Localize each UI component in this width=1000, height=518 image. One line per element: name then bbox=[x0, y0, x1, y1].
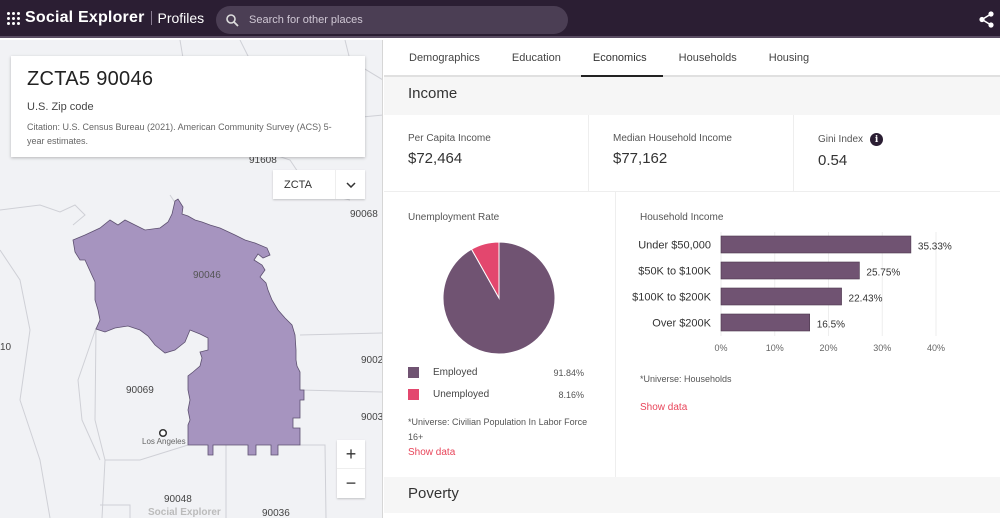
bar-value-label: 25.75% bbox=[866, 268, 900, 279]
stat-label-row: Gini Index i bbox=[818, 133, 976, 146]
bar-value-label: 16.5% bbox=[817, 320, 845, 331]
tab-economics[interactable]: Economics bbox=[577, 40, 663, 77]
household-income-panel: Household Income 0% 10% 20% 30% 40% Under $50… bbox=[616, 192, 1000, 477]
stat-value: 0.54 bbox=[818, 152, 848, 169]
bar[interactable] bbox=[720, 313, 810, 332]
place-info-card: ZCTA5 90046 U.S. Zip code Citation: U.S.… bbox=[11, 56, 365, 157]
search-box[interactable] bbox=[216, 6, 568, 34]
bar[interactable] bbox=[720, 261, 860, 280]
share-icon[interactable] bbox=[979, 11, 994, 28]
tab-demographics[interactable]: Demographics bbox=[393, 40, 496, 75]
tab-households[interactable]: Households bbox=[663, 40, 753, 75]
stat-label: Gini Index bbox=[818, 134, 864, 145]
zoom-control: + − bbox=[337, 440, 365, 498]
legend-value: 91.84% bbox=[553, 367, 584, 378]
citation: Citation: U.S. Census Bureau (2021). Ame… bbox=[27, 122, 332, 146]
map-label: 10 bbox=[0, 342, 12, 353]
search-icon bbox=[226, 13, 239, 27]
section-heading-income: Income bbox=[408, 85, 458, 102]
zoom-in-button[interactable]: + bbox=[337, 440, 365, 469]
x-tick-label: 0% bbox=[714, 343, 727, 353]
bar-value-label: 35.33% bbox=[918, 242, 952, 253]
map-label: 90046 bbox=[193, 270, 221, 281]
show-data-link[interactable]: Show data bbox=[640, 402, 687, 413]
map-label: 9003 bbox=[361, 412, 383, 423]
category-label: $50K to $100K bbox=[638, 266, 711, 278]
logo-dots-icon bbox=[7, 11, 20, 25]
legend-value: 8.16% bbox=[558, 389, 584, 400]
geography-select[interactable]: ZCTA bbox=[273, 170, 365, 199]
place-type: U.S. Zip code bbox=[27, 101, 94, 113]
map-watermark: Social Explorer bbox=[148, 507, 221, 518]
top-bar: Social Explorer Profiles bbox=[0, 0, 1000, 38]
legend-label: Employed bbox=[433, 367, 478, 378]
bar[interactable] bbox=[720, 287, 842, 306]
bar[interactable] bbox=[720, 235, 912, 254]
category-tabs: Demographics Education Economics Househo… bbox=[384, 40, 1000, 77]
city-marker-icon bbox=[158, 428, 168, 438]
zcta-90046-boundary[interactable] bbox=[72, 198, 305, 456]
legend-swatch bbox=[408, 367, 419, 378]
legend-item-employed: Employed 91.84% bbox=[408, 367, 584, 378]
stat-value: $72,464 bbox=[408, 150, 463, 167]
income-stats: Per Capita Income $72,464 Median Househo… bbox=[384, 115, 1000, 192]
place-title: ZCTA5 90046 bbox=[27, 68, 154, 90]
brand-logo[interactable]: Social Explorer Profiles bbox=[7, 9, 204, 27]
universe-note: *Universe: Civilian Population In Labor … bbox=[408, 417, 588, 442]
legend-item-unemployed: Unemployed 8.16% bbox=[408, 389, 584, 400]
universe-note: *Universe: Households bbox=[640, 374, 732, 384]
map-label: 90036 bbox=[262, 508, 290, 518]
map-label: 9002 bbox=[361, 355, 383, 366]
bar-chart: 0% 10% 20% 30% 40% Under $50,000 35.33% $50K to… bbox=[632, 232, 952, 353]
stat-gini-index: Gini Index i 0.54 bbox=[794, 115, 1000, 191]
x-tick-label: 30% bbox=[873, 343, 891, 353]
show-data-link[interactable]: Show data bbox=[408, 447, 455, 458]
x-tick-label: 10% bbox=[766, 343, 784, 353]
poverty-content bbox=[384, 513, 1000, 518]
info-icon[interactable]: i bbox=[870, 133, 884, 146]
pie-chart bbox=[442, 241, 556, 355]
chart-title: Household Income bbox=[640, 212, 724, 223]
x-tick-label: 40% bbox=[927, 343, 945, 353]
tab-education[interactable]: Education bbox=[496, 40, 577, 75]
section-heading-poverty: Poverty bbox=[384, 477, 1000, 513]
income-charts: Unemployment Rate Employed 91.84% Unempl… bbox=[384, 192, 1000, 477]
stat-median-household-income: Median Household Income $77,162 bbox=[589, 115, 794, 191]
city-label: Los Angeles bbox=[142, 437, 186, 446]
profile-panel: Demographics Education Economics Househo… bbox=[384, 40, 1000, 518]
stat-per-capita-income: Per Capita Income $72,464 bbox=[384, 115, 589, 191]
search-input[interactable] bbox=[249, 14, 549, 26]
stat-label: Per Capita Income bbox=[408, 133, 491, 144]
category-label: Over $200K bbox=[652, 318, 711, 330]
category-label: Under $50,000 bbox=[638, 240, 711, 252]
category-label: $100K to $200K bbox=[632, 292, 712, 304]
logo-divider bbox=[150, 11, 152, 25]
geography-select-value: ZCTA bbox=[284, 178, 312, 191]
x-tick-label: 20% bbox=[819, 343, 837, 353]
chart-title: Unemployment Rate bbox=[408, 212, 500, 223]
map-label: 90048 bbox=[164, 494, 192, 505]
tab-housing[interactable]: Housing bbox=[753, 40, 825, 75]
zoom-out-button[interactable]: − bbox=[337, 469, 365, 498]
bar-value-label: 22.43% bbox=[849, 294, 883, 305]
map-label: 90068 bbox=[350, 209, 378, 220]
map-panel[interactable]: 91608 90068 90046 10 90069 9002 9003 Los… bbox=[0, 40, 383, 518]
chevron-down-icon[interactable] bbox=[335, 170, 365, 199]
brand-name: Social Explorer bbox=[25, 9, 145, 26]
product-name: Profiles bbox=[157, 10, 205, 26]
map-label: 90069 bbox=[126, 385, 154, 396]
legend-label: Unemployed bbox=[433, 389, 490, 400]
unemployment-panel: Unemployment Rate Employed 91.84% Unempl… bbox=[384, 192, 616, 477]
stat-label: Median Household Income bbox=[613, 133, 732, 144]
legend-swatch bbox=[408, 389, 419, 400]
stat-value: $77,162 bbox=[613, 150, 668, 167]
